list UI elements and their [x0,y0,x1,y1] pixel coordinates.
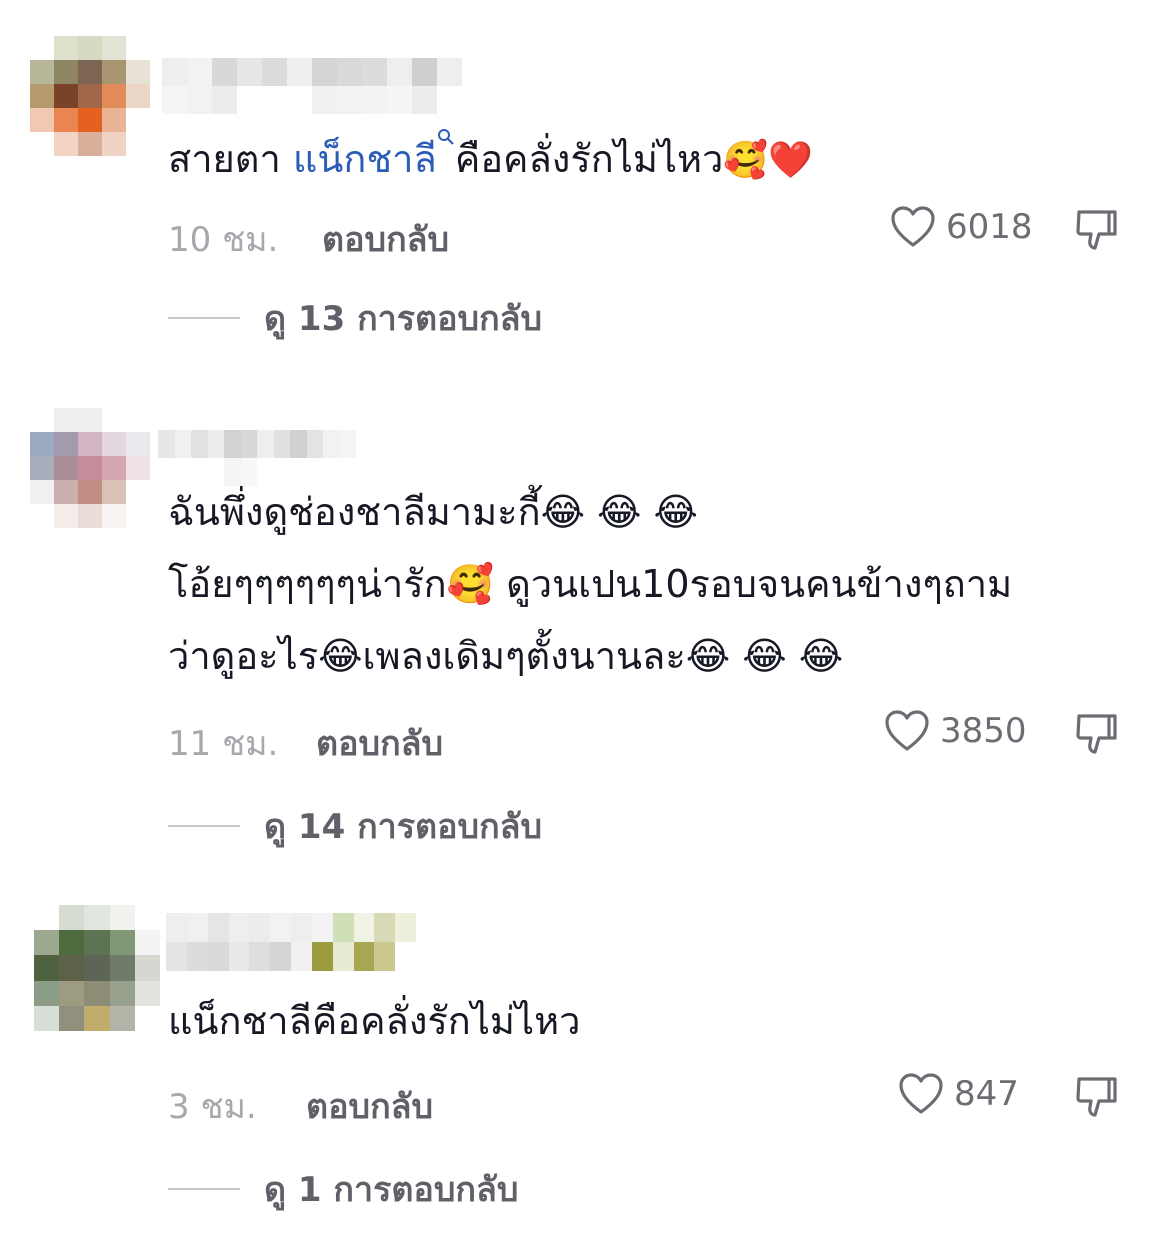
comment-line: ว่าดูอะไร😂เพลงเดิมๆตั้งนานละ😂 😂 😂 [168,634,844,678]
like-count: 3850 [940,711,1027,751]
comment-text: แน็กชาลีคือคลั่งรักไม่ไหว [168,985,1138,1057]
dislike-icon[interactable] [1073,1073,1121,1121]
divider-line [168,317,240,319]
comment-text: สายตา แน็กชาลี คือคลั่งรักไม่ไหว🥰❤️ [168,123,1138,197]
comment-meta: 11 ชม. ตอบกลับ 3850 [168,710,1128,764]
divider-line [168,825,240,827]
comment-text-part: แน็กชาลีคือคลั่งรักไม่ไหว [168,999,581,1043]
divider-line [168,1188,240,1190]
reply-button[interactable]: ตอบกลับ [306,1079,433,1133]
avatar[interactable] [34,905,160,1031]
view-replies-button[interactable]: ดู 14 การตอบกลับ [168,806,668,847]
search-icon[interactable] [437,128,455,146]
heart-outline-icon [891,206,935,247]
username-blurred[interactable] [166,913,416,971]
comment-line: ฉันพึ่งดูช่องชาลีมามะกี้😂 😂 😂 [168,490,698,534]
comment-time: 10 ชม. [168,220,279,260]
reply-button[interactable]: ตอบกลับ [316,716,443,770]
comment-meta: 3 ชม. ตอบกลับ 847 [168,1073,1128,1127]
comment-text: ฉันพึ่งดูช่องชาลีมามะกี้😂 😂 😂 โอ้ยๆๆๆๆๆๆน… [168,476,1138,692]
smiling-hearts-emoji: 🥰 [723,140,769,181]
dislike-icon[interactable] [1073,206,1121,254]
like-button[interactable]: 847 [898,1073,1019,1115]
view-replies-label: ดู 13 การตอบกลับ [264,299,543,339]
comment-line: โอ้ยๆๆๆๆๆๆน่ารัก🥰 ดูวนเปน10รอบจนคนข้างๆถ… [168,562,1013,606]
username-blurred[interactable] [162,58,462,114]
view-replies-label: ดู 14 การตอบกลับ [264,807,543,847]
comment-text-part: คือคลั่งรักไม่ไหว [454,137,724,181]
comment-text-part: สายตา [168,137,293,181]
comment-time: 11 ชม. [168,724,279,764]
view-replies-button[interactable]: ดู 13 การตอบกลับ [168,298,668,339]
comment-meta: 10 ชม. ตอบกลับ 6018 [168,206,1128,260]
like-count: 6018 [946,207,1033,247]
view-replies-button[interactable]: ดู 1 การตอบกลับ [168,1169,668,1210]
avatar[interactable] [30,36,150,156]
red-heart-emoji: ❤️ [768,140,814,181]
like-button[interactable]: 3850 [884,710,1027,752]
dislike-icon[interactable] [1073,710,1121,758]
reply-button[interactable]: ตอบกลับ [322,212,449,266]
heart-outline-icon [885,710,929,751]
avatar[interactable] [30,408,150,528]
like-count: 847 [954,1074,1019,1114]
mention-link[interactable]: แน็กชาลี [293,137,437,181]
view-replies-label: ดู 1 การตอบกลับ [264,1170,519,1210]
like-button[interactable]: 6018 [890,206,1033,248]
heart-outline-icon [899,1073,943,1114]
comment-time: 3 ชม. [168,1087,257,1127]
